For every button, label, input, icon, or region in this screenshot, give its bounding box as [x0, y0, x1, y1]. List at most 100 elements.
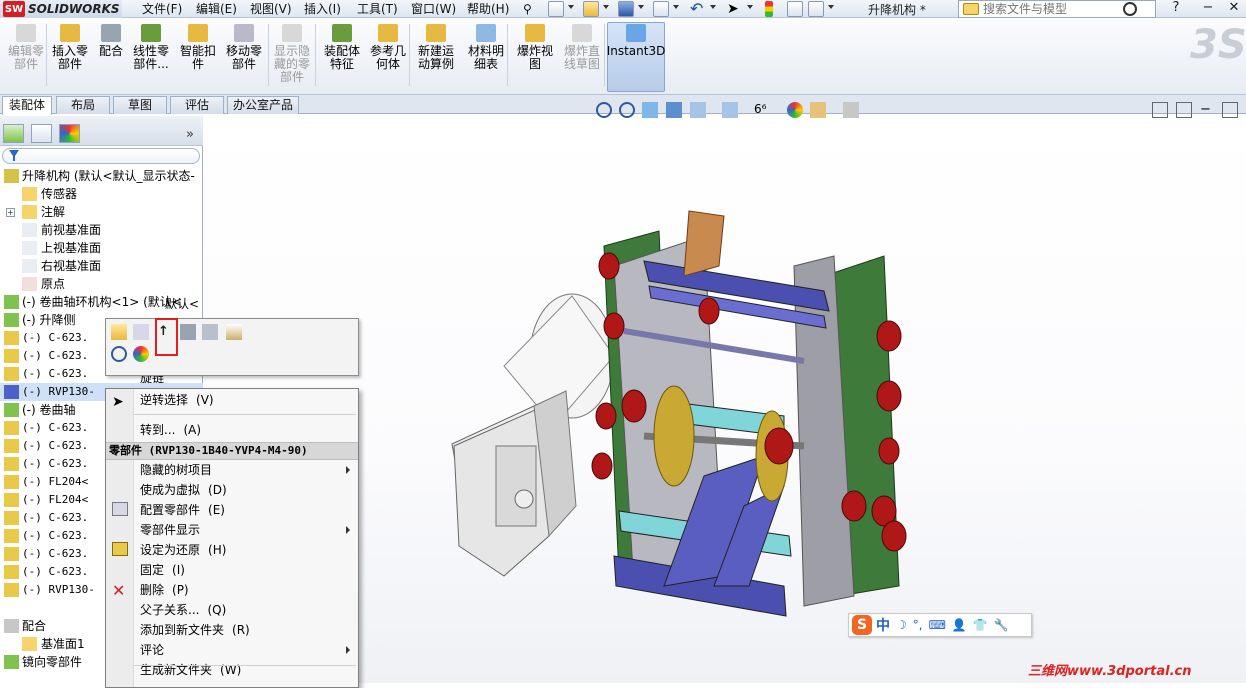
- file-properties-icon[interactable]: [787, 1, 803, 17]
- minimize-button[interactable]: −: [1200, 1, 1216, 17]
- menu-item-4[interactable]: 设定为还原 (H): [106, 540, 358, 560]
- search-scope-icon[interactable]: [963, 3, 979, 15]
- expand-icon[interactable]: +: [6, 208, 15, 217]
- menu-invert-selection[interactable]: 逆转选择 (V) ➤: [106, 390, 358, 410]
- close-button[interactable]: ✕: [1226, 1, 1242, 17]
- view-settings-icon[interactable]: [843, 102, 859, 118]
- zoom-to-area-icon[interactable]: [619, 102, 635, 118]
- new-caret-icon[interactable]: [568, 5, 574, 9]
- tab-layout[interactable]: 布局: [56, 96, 110, 114]
- ime-mode[interactable]: 中: [876, 615, 890, 635]
- user-icon[interactable]: 👤: [952, 618, 967, 632]
- command-button-5[interactable]: 移动零 部件: [224, 24, 264, 90]
- tree-item-0[interactable]: 传感器: [0, 185, 203, 203]
- menu-item-7[interactable]: 父子关系... (Q): [106, 600, 358, 620]
- tree-item-5[interactable]: 原点: [0, 275, 203, 293]
- options-icon[interactable]: [808, 1, 824, 17]
- command-button-11[interactable]: 爆炸视 图: [513, 24, 557, 90]
- scene-icon[interactable]: [810, 102, 826, 118]
- rebuild-icon[interactable]: [765, 1, 773, 17]
- viewport-minimize-icon[interactable]: −: [1200, 102, 1216, 118]
- search-input[interactable]: [983, 2, 1123, 16]
- motor-gearbox[interactable]: [451, 293, 615, 577]
- mate-icon[interactable]: [180, 324, 196, 340]
- search-icon[interactable]: [1123, 2, 1137, 16]
- menu-item-3[interactable]: 零部件显示: [106, 520, 358, 540]
- hide-component-icon[interactable]: [202, 324, 218, 340]
- command-button-13[interactable]: Instant3D: [607, 24, 665, 90]
- save-caret-icon[interactable]: [638, 5, 644, 9]
- appearance-icon[interactable]: [787, 102, 803, 118]
- menu-item-6[interactable]: 帮助(H): [467, 1, 509, 17]
- pin-menu-icon[interactable]: ⚲: [523, 1, 532, 17]
- menu-item-0[interactable]: 文件(F): [142, 1, 182, 17]
- zoom-to-selection-icon[interactable]: [111, 346, 127, 362]
- display-manager-tab-icon[interactable]: [59, 124, 80, 143]
- zoom-to-fit-icon[interactable]: [596, 102, 612, 118]
- command-button-4[interactable]: 智能扣 件: [178, 24, 218, 90]
- menu-item-1[interactable]: 编辑(E): [196, 1, 237, 17]
- previous-view-icon[interactable]: [642, 102, 658, 118]
- feature-tree-tab-icon[interactable]: [3, 124, 24, 143]
- menu-item-6[interactable]: 删除 (P) ✕: [106, 580, 358, 600]
- save-icon[interactable]: [618, 1, 634, 17]
- view-orientation-icon[interactable]: [690, 102, 706, 118]
- menu-item-3[interactable]: 插入(I): [304, 1, 341, 17]
- tree-item-3[interactable]: 上视基准面: [0, 239, 203, 257]
- panel-expand-icon[interactable]: »: [186, 127, 194, 142]
- appearance-menu-icon[interactable]: [133, 346, 149, 362]
- ime-toolbar[interactable]: S 中 ☽ °, ⌨ 👤 👕 🔧: [848, 613, 1032, 637]
- command-button-2[interactable]: 配合: [98, 24, 124, 90]
- menu-goto[interactable]: 转到... (A): [106, 420, 358, 440]
- tree-root-assembly[interactable]: 升降机构 (默认<默认_显示状态-: [0, 167, 203, 185]
- command-button-0[interactable]: 编辑零 部件: [8, 24, 44, 90]
- menu-item-10[interactable]: 生成新文件夹 (W): [106, 660, 358, 680]
- property-manager-tab-icon[interactable]: [31, 124, 52, 143]
- menu-item-5[interactable]: 窗口(W): [411, 1, 456, 17]
- tree-item-4[interactable]: 右视基准面: [0, 257, 203, 275]
- app-logo[interactable]: SW SOLIDWORKS: [0, 0, 122, 18]
- viewport-restore-icon[interactable]: [1222, 102, 1238, 118]
- help-icon[interactable]: ?: [1168, 1, 1184, 17]
- graphics-area[interactable]: [204, 116, 1246, 683]
- tree-filter[interactable]: [2, 148, 200, 164]
- punctuation-icon[interactable]: °,: [913, 618, 923, 632]
- tab-evaluate[interactable]: 评估: [170, 96, 224, 114]
- viewport-split-icon[interactable]: [1152, 102, 1168, 118]
- command-button-7[interactable]: 装配体 特征: [320, 24, 364, 90]
- menu-item-1[interactable]: 使成为虚拟 (D): [106, 480, 358, 500]
- moon-icon[interactable]: ☽: [896, 618, 907, 632]
- select-caret-icon[interactable]: [747, 5, 753, 9]
- menu-item-4[interactable]: 工具(T): [357, 1, 398, 17]
- print-caret-icon[interactable]: [673, 5, 679, 9]
- display-style-icon[interactable]: [722, 102, 738, 118]
- tab-office-products[interactable]: 办公室产品: [227, 96, 299, 114]
- search-box[interactable]: [958, 0, 1156, 18]
- assembly-model[interactable]: [204, 116, 1246, 683]
- filter-icon[interactable]: [9, 150, 19, 161]
- menu-item-2[interactable]: 视图(V): [250, 1, 292, 17]
- tools-icon[interactable]: 🔧: [994, 618, 1009, 632]
- menu-item-2[interactable]: 配置零部件 (E): [106, 500, 358, 520]
- command-button-9[interactable]: 新建运 动算例: [414, 24, 458, 90]
- new-file-icon[interactable]: [548, 1, 564, 17]
- edit-component-icon[interactable]: [133, 324, 149, 340]
- menu-item-8[interactable]: 添加到新文件夹 (R): [106, 620, 358, 640]
- open-folder-icon[interactable]: [583, 1, 599, 17]
- undo-icon[interactable]: ↶: [690, 1, 706, 17]
- menu-item-0[interactable]: 隐藏的树项目: [106, 460, 358, 480]
- print-icon[interactable]: [653, 1, 669, 17]
- undo-caret-icon[interactable]: [710, 5, 716, 9]
- menu-item-9[interactable]: 评论: [106, 640, 358, 660]
- component-properties-icon[interactable]: [226, 324, 242, 340]
- skin-icon[interactable]: 👕: [973, 618, 988, 632]
- command-button-1[interactable]: 插入零 部件: [50, 24, 90, 90]
- command-button-8[interactable]: 参考几 何体: [366, 24, 410, 90]
- command-button-6[interactable]: 显示隐 藏的零 部件: [272, 24, 312, 90]
- tab-sketch[interactable]: 草图: [113, 96, 167, 114]
- command-button-10[interactable]: 材料明 细表: [464, 24, 508, 90]
- command-button-12[interactable]: 爆炸直 线草图: [561, 24, 603, 90]
- select-arrow-icon[interactable]: ➤: [727, 1, 743, 17]
- hide-show-icon[interactable]: 6⁶: [754, 102, 770, 118]
- viewport-link-icon[interactable]: [1176, 102, 1192, 118]
